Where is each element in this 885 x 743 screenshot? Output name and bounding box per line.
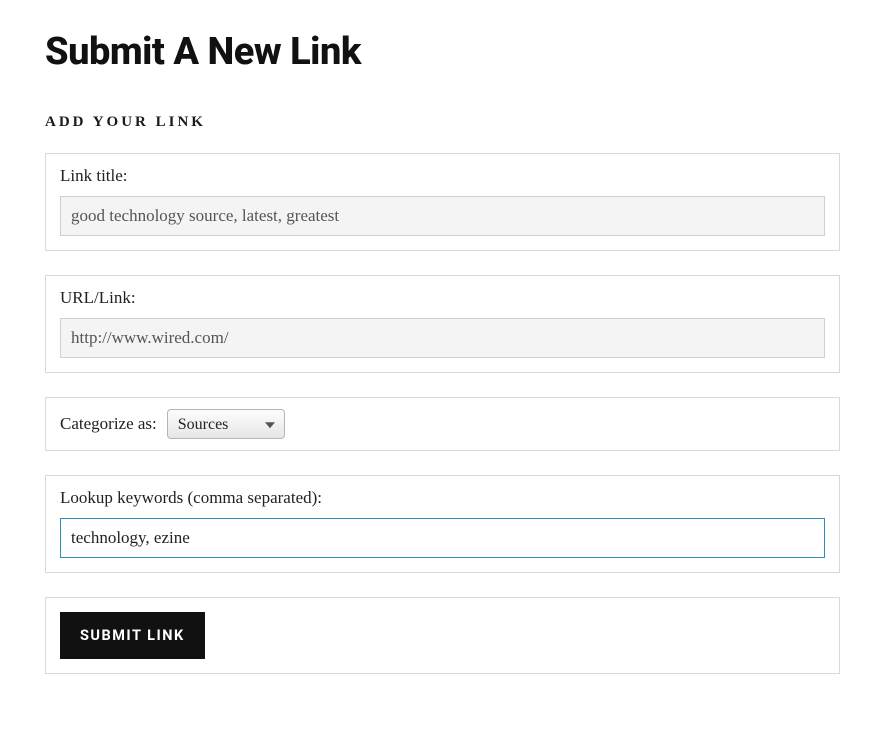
url-label: URL/Link: — [60, 288, 825, 308]
category-block: Categorize as: Sources — [45, 397, 840, 451]
keywords-input[interactable] — [60, 518, 825, 558]
submit-row: SUBMIT LINK — [45, 597, 840, 674]
page-title: Submit A New Link — [45, 30, 840, 74]
url-block: URL/Link: — [45, 275, 840, 373]
link-title-input[interactable] — [60, 196, 825, 236]
url-input[interactable] — [60, 318, 825, 358]
link-title-block: Link title: — [45, 153, 840, 251]
category-select[interactable]: Sources — [167, 409, 285, 439]
link-title-label: Link title: — [60, 166, 825, 186]
section-title: ADD YOUR LINK — [45, 114, 840, 131]
submit-button[interactable]: SUBMIT LINK — [60, 612, 205, 659]
category-label: Categorize as: — [60, 414, 157, 433]
keywords-label: Lookup keywords (comma separated): — [60, 488, 825, 508]
keywords-block: Lookup keywords (comma separated): — [45, 475, 840, 573]
